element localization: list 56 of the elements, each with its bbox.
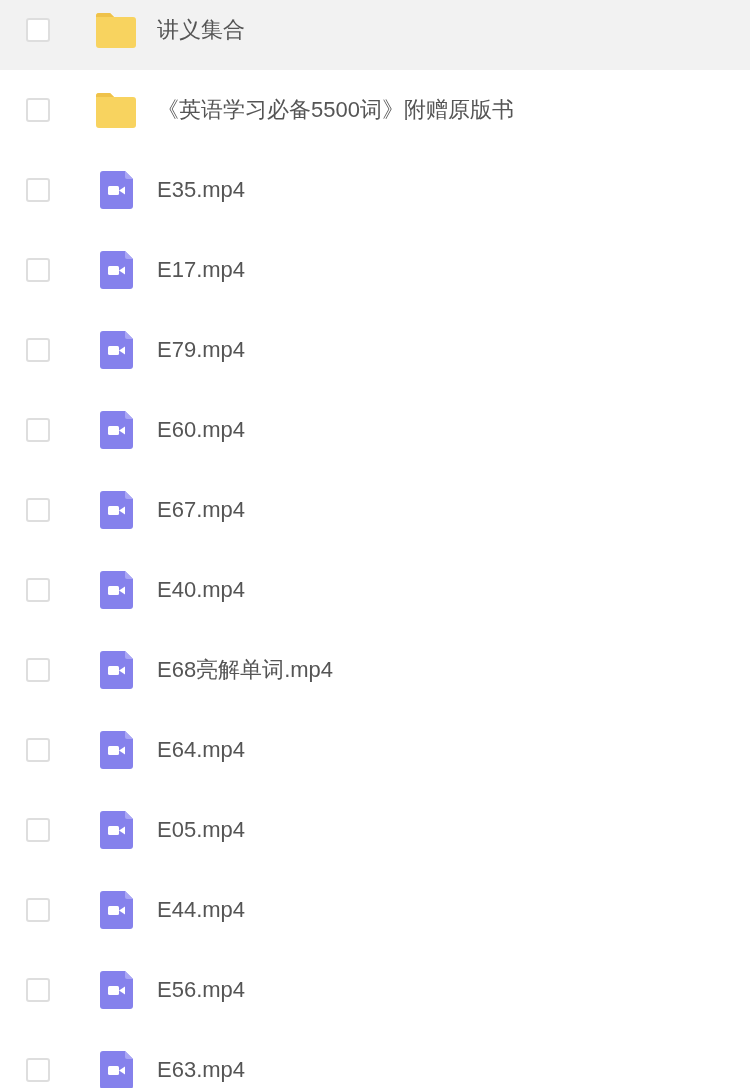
checkbox[interactable] — [26, 18, 50, 42]
checkbox[interactable] — [26, 738, 50, 762]
file-row[interactable]: E35.mp4 — [0, 150, 750, 230]
file-row[interactable]: E40.mp4 — [0, 550, 750, 630]
checkbox[interactable] — [26, 578, 50, 602]
checkbox[interactable] — [26, 338, 50, 362]
folder-icon — [96, 12, 136, 48]
file-name: E60.mp4 — [157, 417, 246, 443]
file-row[interactable]: E63.mp4 — [0, 1030, 750, 1088]
file-row[interactable]: E17.mp4 — [0, 230, 750, 310]
file-row[interactable]: E05.mp4 — [0, 790, 750, 870]
file-row[interactable]: E56.mp4 — [0, 950, 750, 1030]
file-name: 讲义集合 — [157, 16, 245, 44]
file-name: E64.mp4 — [157, 737, 246, 763]
file-row[interactable]: E64.mp4 — [0, 710, 750, 790]
checkbox[interactable] — [26, 258, 50, 282]
file-name: E44.mp4 — [157, 897, 246, 923]
file-row[interactable]: E68亮解单词.mp4 — [0, 630, 750, 710]
file-row[interactable]: E44.mp4 — [0, 870, 750, 950]
checkbox[interactable] — [26, 418, 50, 442]
checkbox[interactable] — [26, 658, 50, 682]
video-file-icon — [99, 1051, 133, 1088]
video-file-icon — [99, 651, 133, 689]
file-name: E40.mp4 — [157, 577, 246, 603]
checkbox[interactable] — [26, 898, 50, 922]
file-row[interactable]: 《英语学习必备5500词》附赠原版书 — [0, 70, 750, 150]
file-row[interactable]: E79.mp4 — [0, 310, 750, 390]
video-file-icon — [99, 491, 133, 529]
checkbox[interactable] — [26, 1058, 50, 1082]
video-file-icon — [99, 971, 133, 1009]
video-file-icon — [99, 171, 133, 209]
video-file-icon — [99, 331, 133, 369]
file-name: E79.mp4 — [157, 337, 246, 363]
file-row[interactable]: 讲义集合 — [0, 0, 750, 70]
video-file-icon — [99, 251, 133, 289]
video-file-icon — [99, 411, 133, 449]
file-row[interactable]: E60.mp4 — [0, 390, 750, 470]
file-name: E68亮解单词.mp4 — [157, 656, 334, 684]
checkbox[interactable] — [26, 98, 50, 122]
checkbox[interactable] — [26, 178, 50, 202]
file-name: E17.mp4 — [157, 257, 246, 283]
file-name: E35.mp4 — [157, 177, 246, 203]
checkbox[interactable] — [26, 978, 50, 1002]
folder-icon — [96, 92, 136, 128]
video-file-icon — [99, 571, 133, 609]
checkbox[interactable] — [26, 818, 50, 842]
video-file-icon — [99, 731, 133, 769]
video-file-icon — [99, 811, 133, 849]
file-name: E67.mp4 — [157, 497, 246, 523]
file-name: E63.mp4 — [157, 1057, 246, 1083]
checkbox[interactable] — [26, 498, 50, 522]
file-name: E56.mp4 — [157, 977, 246, 1003]
file-name: E05.mp4 — [157, 817, 246, 843]
file-row[interactable]: E67.mp4 — [0, 470, 750, 550]
video-file-icon — [99, 891, 133, 929]
file-name: 《英语学习必备5500词》附赠原版书 — [157, 96, 514, 124]
